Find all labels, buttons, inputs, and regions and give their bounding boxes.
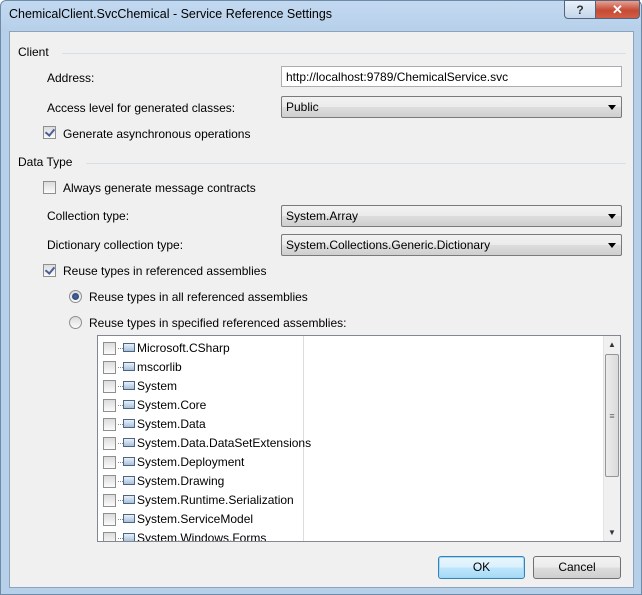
vertical-scrollbar[interactable]: ▲ ≡ ▼: [603, 336, 620, 541]
help-button[interactable]: ?: [564, 0, 596, 19]
assembly-label[interactable]: System.Drawing: [137, 474, 224, 488]
access-level-value: Public: [286, 100, 319, 114]
assembly-label[interactable]: System.ServiceModel: [137, 512, 253, 526]
client-section-label: Client: [18, 45, 49, 59]
assembly-label[interactable]: mscorlib: [137, 360, 182, 374]
address-label: Address:: [47, 71, 95, 85]
assembly-icon: [123, 457, 135, 466]
assembly-icon: [123, 400, 135, 409]
reuse-types-checkbox[interactable]: [43, 264, 56, 277]
assembly-icon: [123, 495, 135, 504]
question-mark-icon: ?: [576, 2, 584, 17]
assembly-checkbox[interactable]: [103, 475, 116, 488]
assembly-icon: [123, 419, 135, 428]
close-icon: ✕: [612, 1, 623, 17]
assembly-label[interactable]: System.Windows.Forms: [137, 531, 266, 541]
ok-button[interactable]: OK: [438, 556, 525, 579]
reuse-all-radio[interactable]: [69, 290, 82, 303]
data-type-section-label: Data Type: [18, 155, 73, 169]
window-title: ChemicalClient.SvcChemical - Service Ref…: [9, 7, 333, 21]
address-field[interactable]: http://localhost:9789/ChemicalService.sv…: [281, 66, 622, 87]
scroll-thumb[interactable]: ≡: [605, 354, 619, 477]
assembly-icon: [123, 514, 135, 523]
chevron-down-icon: [608, 243, 616, 248]
assembly-checkbox[interactable]: [103, 494, 116, 507]
generate-async-label[interactable]: Generate asynchronous operations: [63, 127, 250, 141]
assembly-checkbox[interactable]: [103, 532, 116, 541]
chevron-down-icon: [608, 105, 616, 110]
assembly-label[interactable]: System.Deployment: [137, 455, 244, 469]
assembly-checkbox[interactable]: [103, 399, 116, 412]
assembly-icon: [123, 343, 135, 352]
assembly-label[interactable]: System.Data.DataSetExtensions: [137, 436, 311, 450]
assembly-label[interactable]: System: [137, 379, 177, 393]
assembly-label[interactable]: Microsoft.CSharp: [137, 341, 230, 355]
collection-type-dropdown[interactable]: System.Array: [281, 205, 622, 227]
reuse-all-label[interactable]: Reuse types in all referenced assemblies: [89, 290, 308, 304]
dictionary-type-dropdown[interactable]: System.Collections.Generic.Dictionary: [281, 234, 622, 256]
assembly-label[interactable]: System.Core: [137, 398, 206, 412]
collection-type-label: Collection type:: [47, 209, 130, 223]
assembly-checkbox[interactable]: [103, 513, 116, 526]
client-section-divider: [62, 53, 626, 54]
assembly-checkbox[interactable]: [103, 361, 116, 374]
close-button[interactable]: ✕: [595, 0, 640, 19]
assembly-checkbox[interactable]: [103, 380, 116, 393]
assembly-checkbox[interactable]: [103, 418, 116, 431]
cancel-button[interactable]: Cancel: [533, 556, 621, 579]
reuse-types-label[interactable]: Reuse types in referenced assemblies: [63, 264, 266, 278]
assembly-icon: [123, 438, 135, 447]
assembly-icon: [123, 476, 135, 485]
data-type-section-divider: [86, 163, 626, 164]
assembly-icon: [123, 362, 135, 371]
scroll-down-button[interactable]: ▼: [604, 524, 620, 541]
collection-type-value: System.Array: [286, 209, 359, 223]
dictionary-type-value: System.Collections.Generic.Dictionary: [286, 238, 491, 252]
generate-async-checkbox[interactable]: [43, 126, 56, 139]
assembly-checkbox[interactable]: [103, 437, 116, 450]
reuse-specified-label[interactable]: Reuse types in specified referenced asse…: [89, 316, 346, 330]
title-bar[interactable]: ChemicalClient.SvcChemical - Service Ref…: [1, 0, 641, 29]
always-generate-contracts-label[interactable]: Always generate message contracts: [63, 181, 256, 195]
always-generate-contracts-checkbox[interactable]: [43, 181, 56, 194]
dialog-content: Client Address: http://localhost:9789/Ch…: [9, 31, 634, 588]
assembly-icon: [123, 533, 135, 541]
scroll-up-button[interactable]: ▲: [604, 336, 620, 353]
referenced-assemblies-list[interactable]: Microsoft.CSharp mscorlib System System.Cor…: [97, 335, 621, 542]
assembly-label[interactable]: System.Runtime.Serialization: [137, 493, 294, 507]
access-level-dropdown[interactable]: Public: [281, 96, 622, 118]
access-level-label: Access level for generated classes:: [47, 101, 236, 115]
assembly-label[interactable]: System.Data: [137, 417, 206, 431]
chevron-down-icon: [608, 214, 616, 219]
assembly-checkbox[interactable]: [103, 342, 116, 355]
dictionary-type-label: Dictionary collection type:: [47, 238, 184, 252]
assembly-checkbox[interactable]: [103, 456, 116, 469]
dialog-window: ChemicalClient.SvcChemical - Service Ref…: [0, 0, 642, 595]
reuse-specified-radio[interactable]: [69, 316, 82, 329]
assembly-icon: [123, 381, 135, 390]
